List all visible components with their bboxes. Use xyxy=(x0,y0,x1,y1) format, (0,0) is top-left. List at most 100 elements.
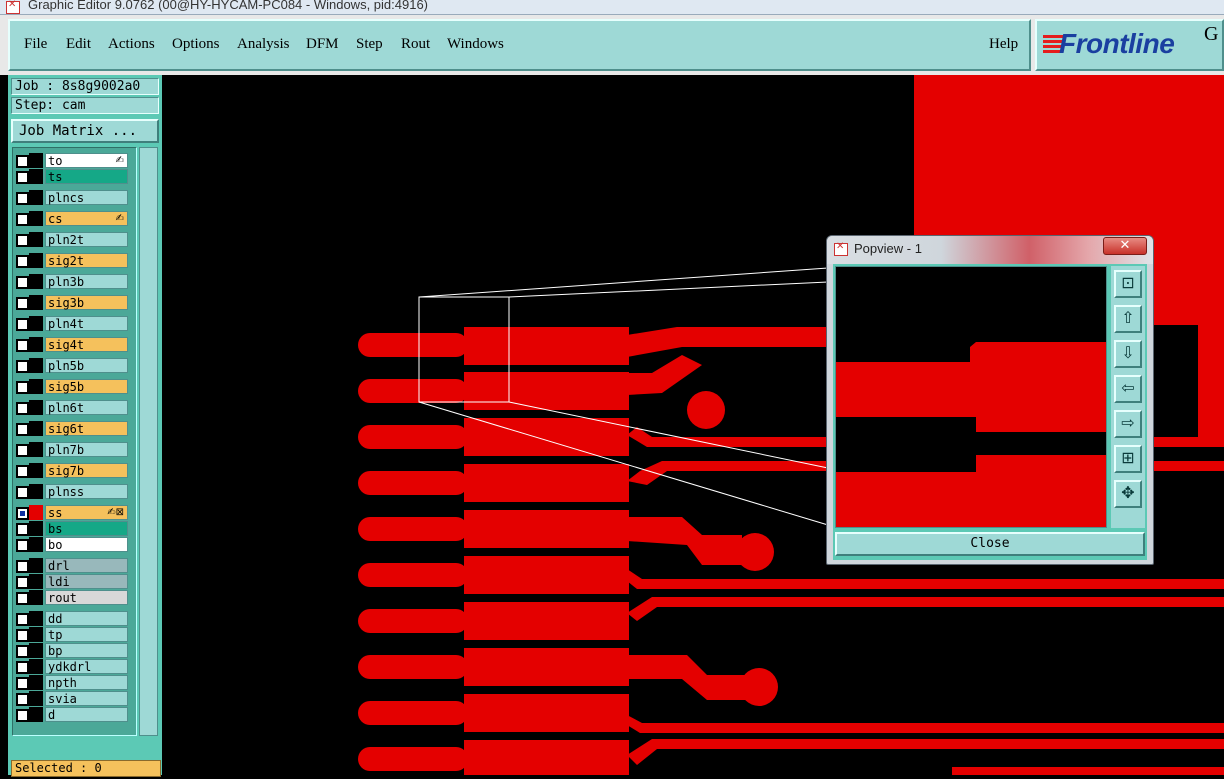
layer-row-plncs[interactable]: plncs xyxy=(12,190,132,205)
layer-name[interactable]: bs xyxy=(45,521,128,536)
pan-right-icon[interactable]: ⇨ xyxy=(1114,410,1142,438)
layer-row-pln7b[interactable]: pln7b xyxy=(12,442,132,457)
layer-row-sig6t[interactable]: sig6t xyxy=(12,421,132,436)
layer-checkbox[interactable] xyxy=(16,709,29,722)
layer-row-bs[interactable]: bs xyxy=(12,521,132,536)
popview-zoom-view[interactable] xyxy=(835,266,1107,528)
menu-options[interactable]: Options xyxy=(172,36,220,53)
zoom-in-icon[interactable]: ⊞ xyxy=(1114,445,1142,473)
layer-name[interactable]: svia xyxy=(45,691,128,706)
layer-row-bp[interactable]: bp xyxy=(12,643,132,658)
layer-name[interactable]: sig3b xyxy=(45,295,128,310)
layer-name[interactable]: rout xyxy=(45,590,128,605)
layer-row-pln6t[interactable]: pln6t xyxy=(12,400,132,415)
layer-row-ydkdrl[interactable]: ydkdrl xyxy=(12,659,132,674)
layer-name[interactable]: pln2t xyxy=(45,232,128,247)
layer-name[interactable]: pln4t xyxy=(45,316,128,331)
layer-checkbox[interactable] xyxy=(16,661,29,674)
layer-checkbox[interactable] xyxy=(16,318,29,331)
menu-dfm[interactable]: DFM xyxy=(306,36,339,53)
layer-checkbox[interactable] xyxy=(16,276,29,289)
layer-name[interactable]: sig4t xyxy=(45,337,128,352)
menu-analysis[interactable]: Analysis xyxy=(237,36,290,53)
layer-name[interactable]: plnss xyxy=(45,484,128,499)
layer-name[interactable]: sig2t xyxy=(45,253,128,268)
layer-name[interactable]: ts xyxy=(45,169,128,184)
layer-checkbox[interactable] xyxy=(16,155,29,168)
layer-row-drl[interactable]: drl xyxy=(12,558,132,573)
layer-name[interactable]: drl xyxy=(45,558,128,573)
layer-name[interactable]: sig6t xyxy=(45,421,128,436)
layer-row-sig2t[interactable]: sig2t xyxy=(12,253,132,268)
layer-row-tp[interactable]: tp xyxy=(12,627,132,642)
layer-name[interactable]: pln3b xyxy=(45,274,128,289)
layer-checkbox[interactable] xyxy=(16,592,29,605)
pan-down-icon[interactable]: ⇩ xyxy=(1114,340,1142,368)
layer-checkbox[interactable] xyxy=(16,402,29,415)
layer-name[interactable]: cs ✍ xyxy=(45,211,128,226)
layer-list-scrollbar[interactable] xyxy=(139,147,158,736)
layer-row-sig7b[interactable]: sig7b xyxy=(12,463,132,478)
menu-actions[interactable]: Actions xyxy=(108,36,155,53)
layer-checkbox[interactable] xyxy=(16,677,29,690)
layer-checkbox[interactable] xyxy=(16,645,29,658)
layer-row-bo[interactable]: bo xyxy=(12,537,132,552)
layer-name[interactable]: sig5b xyxy=(45,379,128,394)
layer-row-svia[interactable]: svia xyxy=(12,691,132,706)
layer-name[interactable]: plncs xyxy=(45,190,128,205)
layer-row-sig4t[interactable]: sig4t xyxy=(12,337,132,352)
pan-left-icon[interactable]: ⇦ xyxy=(1114,375,1142,403)
zoom-out-icon[interactable]: ✥ xyxy=(1114,480,1142,508)
layer-row-ts[interactable]: ts xyxy=(12,169,132,184)
pan-up-icon[interactable]: ⇧ xyxy=(1114,305,1142,333)
layer-checkbox[interactable] xyxy=(16,339,29,352)
layer-checkbox[interactable] xyxy=(16,629,29,642)
menu-windows[interactable]: Windows xyxy=(447,36,504,53)
popview-titlebar[interactable]: Popview - 1 ✕ xyxy=(827,236,1153,264)
layer-checkbox[interactable] xyxy=(16,192,29,205)
layer-row-npth[interactable]: npth xyxy=(12,675,132,690)
layer-checkbox[interactable] xyxy=(16,213,29,226)
layer-row-rout[interactable]: rout xyxy=(12,590,132,605)
layer-checkbox[interactable] xyxy=(16,465,29,478)
layer-name[interactable]: pln5b xyxy=(45,358,128,373)
job-matrix-button[interactable]: Job Matrix ... xyxy=(11,119,159,143)
layer-row-ss[interactable]: ss ✍⊠ xyxy=(12,505,132,520)
layer-checkbox[interactable] xyxy=(16,297,29,310)
layer-row-pln4t[interactable]: pln4t xyxy=(12,316,132,331)
layer-row-pln5b[interactable]: pln5b xyxy=(12,358,132,373)
layer-checkbox[interactable] xyxy=(16,444,29,457)
menu-edit[interactable]: Edit xyxy=(66,36,91,53)
layer-name[interactable]: ldi xyxy=(45,574,128,589)
layer-row-plnss[interactable]: plnss xyxy=(12,484,132,499)
layer-row-to[interactable]: to ✍ xyxy=(12,153,132,168)
layer-row-ldi[interactable]: ldi xyxy=(12,574,132,589)
layer-checkbox[interactable] xyxy=(16,171,29,184)
layer-name[interactable]: pln6t xyxy=(45,400,128,415)
layer-name[interactable]: bo xyxy=(45,537,128,552)
layer-row-pln3b[interactable]: pln3b xyxy=(12,274,132,289)
popview-close-x-button[interactable]: ✕ xyxy=(1103,237,1147,255)
layer-checkbox[interactable] xyxy=(16,523,29,536)
layer-name[interactable]: bp xyxy=(45,643,128,658)
layer-checkbox[interactable] xyxy=(16,360,29,373)
layer-row-cs[interactable]: cs ✍ xyxy=(12,211,132,226)
layer-name[interactable]: ss ✍⊠ xyxy=(45,505,128,520)
layer-name[interactable]: tp xyxy=(45,627,128,642)
layer-name[interactable]: npth xyxy=(45,675,128,690)
menu-step[interactable]: Step xyxy=(356,36,383,53)
layer-row-d[interactable]: d xyxy=(12,707,132,722)
layer-name[interactable]: to ✍ xyxy=(45,153,128,168)
layer-row-pln2t[interactable]: pln2t xyxy=(12,232,132,247)
layer-checkbox[interactable] xyxy=(16,507,29,520)
layer-row-sig5b[interactable]: sig5b xyxy=(12,379,132,394)
layer-checkbox[interactable] xyxy=(16,423,29,436)
layer-checkbox[interactable] xyxy=(16,560,29,573)
menu-help[interactable]: Help xyxy=(989,36,1018,53)
layer-checkbox[interactable] xyxy=(16,255,29,268)
layer-checkbox[interactable] xyxy=(16,576,29,589)
zoom-home-icon[interactable]: ⊡ xyxy=(1114,270,1142,298)
layer-name[interactable]: dd xyxy=(45,611,128,626)
popview-close-button[interactable]: Close xyxy=(835,532,1145,556)
layer-name[interactable]: sig7b xyxy=(45,463,128,478)
